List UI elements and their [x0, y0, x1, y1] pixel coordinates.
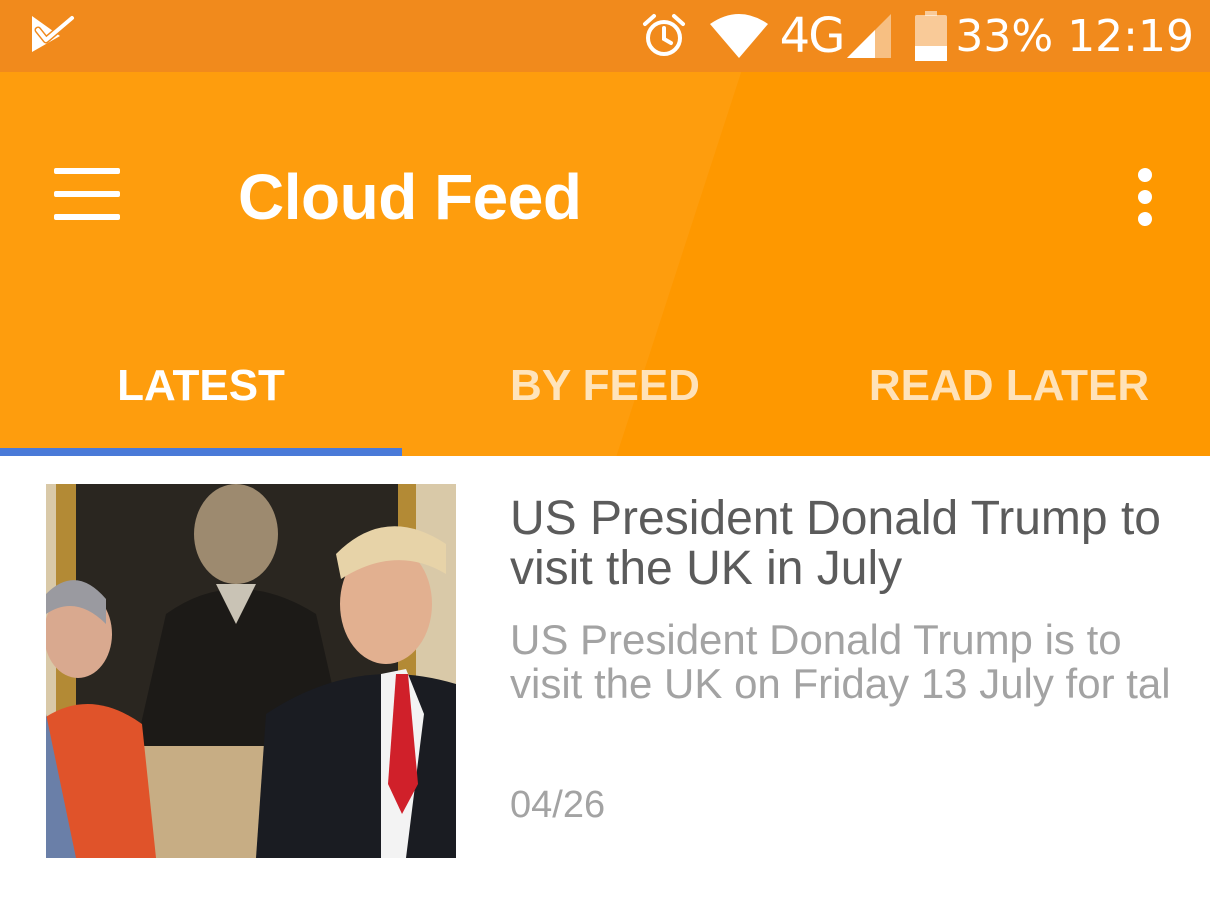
article-date: 04/26 — [510, 784, 606, 826]
alarm-icon — [640, 12, 688, 60]
status-icons: 4G 33% 12:19 — [640, 0, 1194, 72]
battery-icon — [915, 11, 948, 61]
tab-by-feed[interactable]: BY FEED — [402, 316, 808, 456]
tab-read-later[interactable]: READ LATER — [808, 316, 1210, 456]
app-title: Cloud Feed — [238, 161, 582, 233]
article-thumbnail — [46, 484, 456, 858]
tab-indicator — [0, 448, 402, 456]
app-bar: Cloud Feed LATEST BY FEED READ LATER — [0, 72, 1210, 456]
more-vert-icon[interactable] — [1128, 164, 1164, 230]
status-bar: 4G 33% 12:19 — [0, 0, 1210, 72]
tab-latest[interactable]: LATEST — [0, 316, 402, 456]
battery-percent: 33% — [955, 10, 1054, 62]
signal-icon — [845, 12, 893, 60]
clock: 12:19 — [1067, 10, 1194, 62]
article-summary: US President Donald Trump is to visit th… — [510, 616, 1171, 707]
article-headline: US President Donald Trump to visit the U… — [510, 492, 1161, 595]
tab-bar: LATEST BY FEED READ LATER — [0, 316, 1210, 456]
notification-check-icon — [30, 12, 78, 56]
network-type-label: 4G — [779, 8, 846, 64]
article-card[interactable]: US President Donald Trump to visit the U… — [0, 466, 1210, 886]
wifi-icon — [709, 14, 768, 58]
menu-icon[interactable] — [54, 168, 120, 220]
